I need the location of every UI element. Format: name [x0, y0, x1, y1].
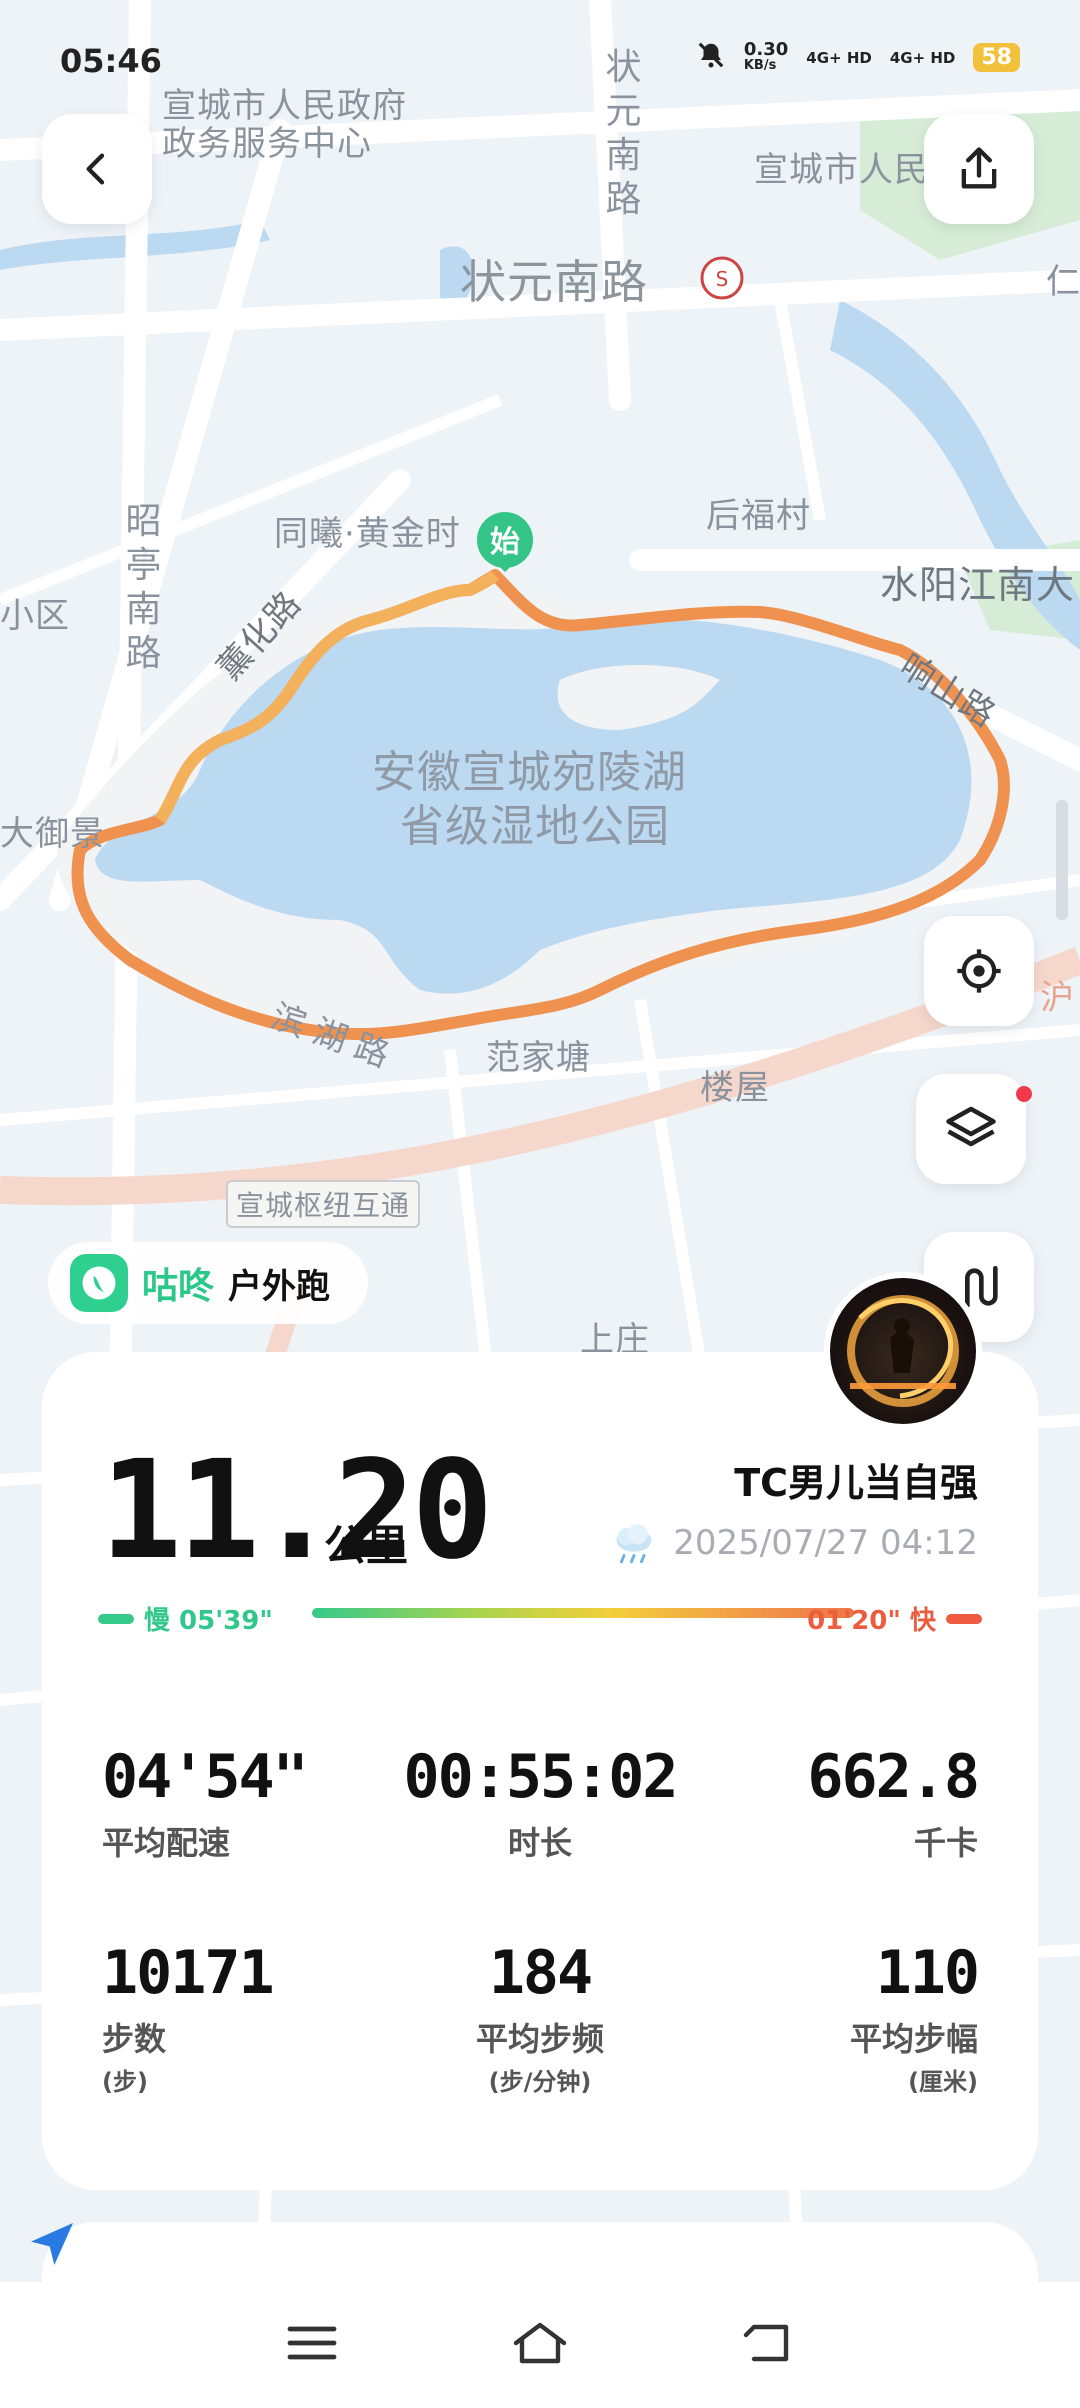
map-label: 小区	[0, 596, 70, 636]
duration-stat: 00:55:02 时长	[403, 1742, 679, 1862]
home-nav-button[interactable]	[510, 2318, 570, 2372]
cloud-rain-icon	[616, 1524, 652, 1564]
svg-text:始: 始	[490, 525, 520, 560]
pace-fast: 01'20" 快	[807, 1600, 982, 1637]
workout-datetime: 2025/07/27 04:12	[609, 1520, 978, 1566]
battery-indicator: 58	[973, 43, 1020, 72]
share-button[interactable]	[924, 114, 1034, 224]
layers-icon	[946, 1106, 996, 1147]
back-nav-button[interactable]	[742, 2321, 794, 2369]
navigation-arrow-icon	[24, 2216, 80, 2276]
map-label: 状元南路	[460, 255, 648, 309]
menu-nav-button[interactable]	[286, 2323, 338, 2367]
avg-pace-stat: 04'54" 平均配速	[102, 1742, 309, 1862]
pace-gradient-bar	[312, 1608, 854, 1618]
back-button[interactable]	[42, 114, 152, 224]
map-label: 政务服务中心	[162, 124, 372, 164]
map-label: 大御景	[0, 814, 105, 854]
menu-icon	[287, 2326, 337, 2360]
workout-summary-card: 11.20 公里 TC男儿当自强 2025/07/27 04:12 慢 05'3…	[42, 1352, 1038, 2190]
status-icons: 0.30 KB/s 4G+ HD 4G+ HD 58	[696, 40, 1020, 75]
chevron-left-icon	[86, 153, 105, 185]
brand-badge: 咕咚 户外跑	[48, 1242, 368, 1324]
pace-legend: 慢 05'39" 01'20" 快	[98, 1592, 982, 1636]
home-icon	[513, 2322, 567, 2364]
system-navigation-bar	[0, 2282, 1080, 2408]
steps-stat: 10171 步数 (步)	[102, 1938, 275, 2096]
map-label: 后福村	[706, 496, 811, 536]
stride-stat: 110 平均步幅 (厘米)	[849, 1938, 980, 2096]
map-label: 范家塘	[486, 1038, 591, 1078]
map-layers-button[interactable]	[916, 1074, 1032, 1184]
map-label: 宣城市人民	[754, 150, 929, 190]
svg-text:S: S	[716, 267, 729, 291]
status-time: 05:46	[60, 42, 162, 80]
codoon-logo-icon	[70, 1254, 128, 1312]
map-label: 宣城枢纽互通	[226, 1180, 421, 1228]
map-label: 水阳江南大	[880, 563, 1076, 607]
crosshair-icon	[957, 949, 1001, 993]
lake-label: 省级湿地公园	[400, 801, 670, 852]
lake-label: 安徽宣城宛陵湖	[372, 747, 687, 798]
signal-icon: 4G+ HD	[806, 48, 872, 67]
mute-icon	[696, 40, 726, 75]
back-arrow-icon	[743, 2324, 789, 2362]
status-bar: 05:46 0.30 KB/s 4G+ HD 4G+ HD 58	[0, 0, 1080, 120]
distance-value: 11.20	[100, 1432, 493, 1590]
username: TC男儿当自强	[734, 1461, 978, 1505]
map-label: 沪	[1040, 978, 1075, 1018]
map-label: 昭亭南路	[125, 501, 163, 674]
map-label: 仁	[1046, 262, 1080, 302]
share-icon	[961, 147, 997, 189]
net-speed: 0.30 KB/s	[743, 38, 789, 73]
user-avatar[interactable]	[824, 1272, 982, 1430]
calories-stat: 662.8 千卡	[807, 1742, 980, 1862]
map-label: 同曦·黄金时	[274, 514, 461, 554]
notification-dot	[1016, 1086, 1032, 1102]
locate-button[interactable]	[924, 916, 1034, 1026]
cadence-stat: 184 平均步频 (步/分钟)	[475, 1938, 604, 2096]
pace-slow: 慢 05'39"	[98, 1600, 273, 1637]
signal-icon: 4G+ HD	[889, 48, 956, 67]
activity-type: 户外跑	[228, 1266, 331, 1307]
brand-name: 咕咚	[142, 1266, 215, 1307]
map-label: 楼屋	[700, 1068, 770, 1108]
distance-unit: 公里	[324, 1521, 409, 1570]
